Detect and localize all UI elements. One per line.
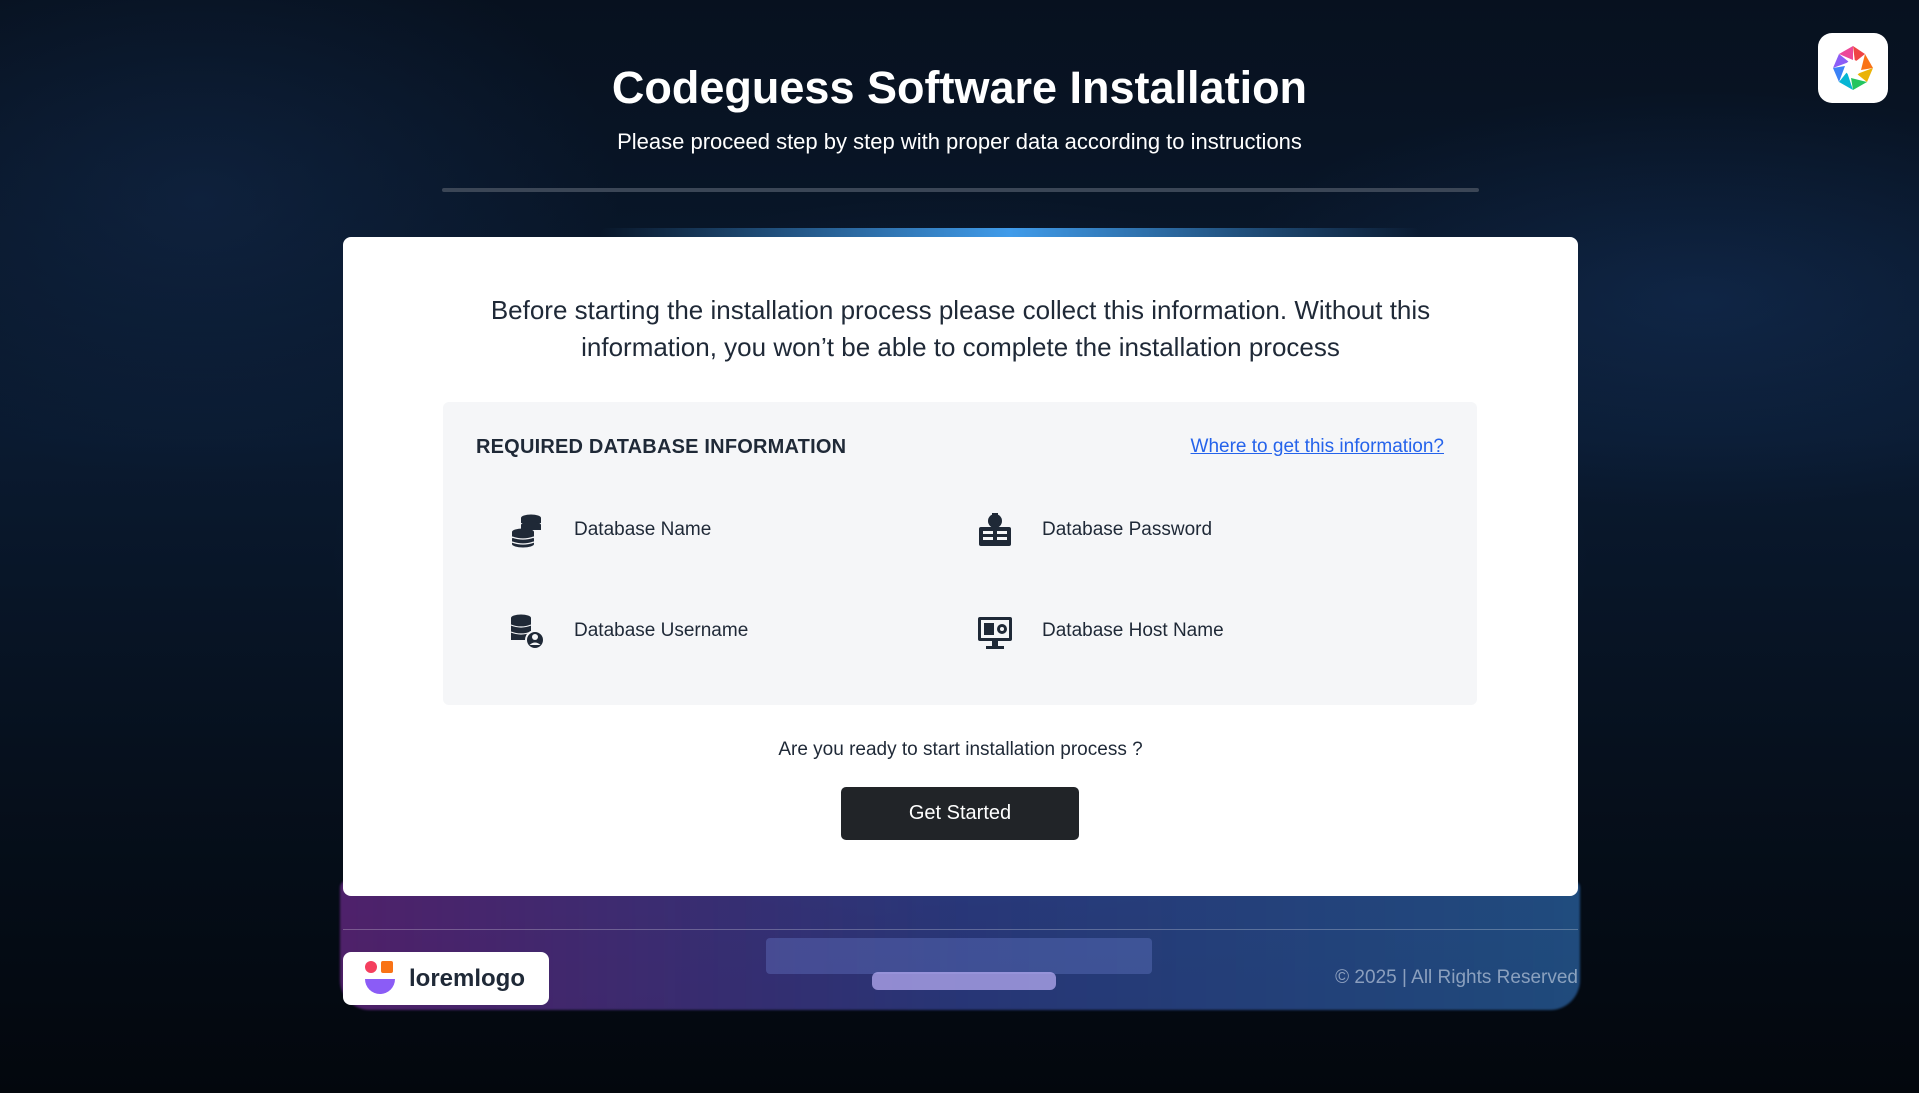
database-host-icon — [978, 617, 1012, 649]
brand-name: loremlogo — [409, 964, 526, 992]
database-user-icon — [510, 614, 545, 650]
requirement-label: Database Password — [1042, 519, 1213, 540]
ready-prompt: Are you ready to start installation proc… — [778, 739, 1143, 760]
requirement-database-host: Database Host Name — [975, 611, 1224, 651]
info-help-link[interactable]: Where to get this information? — [1191, 436, 1444, 458]
requirement-label: Database Username — [574, 620, 749, 641]
loremlogo-mark-icon — [365, 960, 395, 994]
requirement-database-password: Database Password — [975, 510, 1212, 550]
requirement-label: Database Host Name — [1042, 620, 1224, 641]
database-info-box: REQUIRED DATABASE INFORMATION Where to g… — [443, 402, 1477, 705]
info-heading: REQUIRED DATABASE INFORMATION — [476, 436, 847, 458]
get-started-button[interactable]: Get Started — [841, 787, 1079, 840]
requirement-database-username: Database Username — [507, 611, 748, 651]
database-stack-icon — [511, 514, 541, 548]
laptop-notch-background — [872, 972, 1056, 990]
laptop-trackpad-background — [766, 938, 1152, 974]
copyright-text: © 2025 | All Rights Reserved — [1335, 967, 1578, 988]
brand-logo[interactable]: loremlogo — [343, 952, 549, 1005]
requirement-label: Database Name — [574, 519, 712, 540]
page-subtitle: Please proceed step by step with proper … — [617, 129, 1302, 154]
header-divider — [442, 188, 1479, 192]
page-title: Codeguess Software Installation — [611, 62, 1308, 113]
requirement-database-name: Database Name — [507, 510, 711, 550]
intro-text: Before starting the installation process… — [490, 295, 1431, 362]
database-lock-icon — [979, 513, 1011, 546]
footer-divider — [343, 929, 1578, 930]
installation-card: Before starting the installation process… — [343, 237, 1578, 896]
